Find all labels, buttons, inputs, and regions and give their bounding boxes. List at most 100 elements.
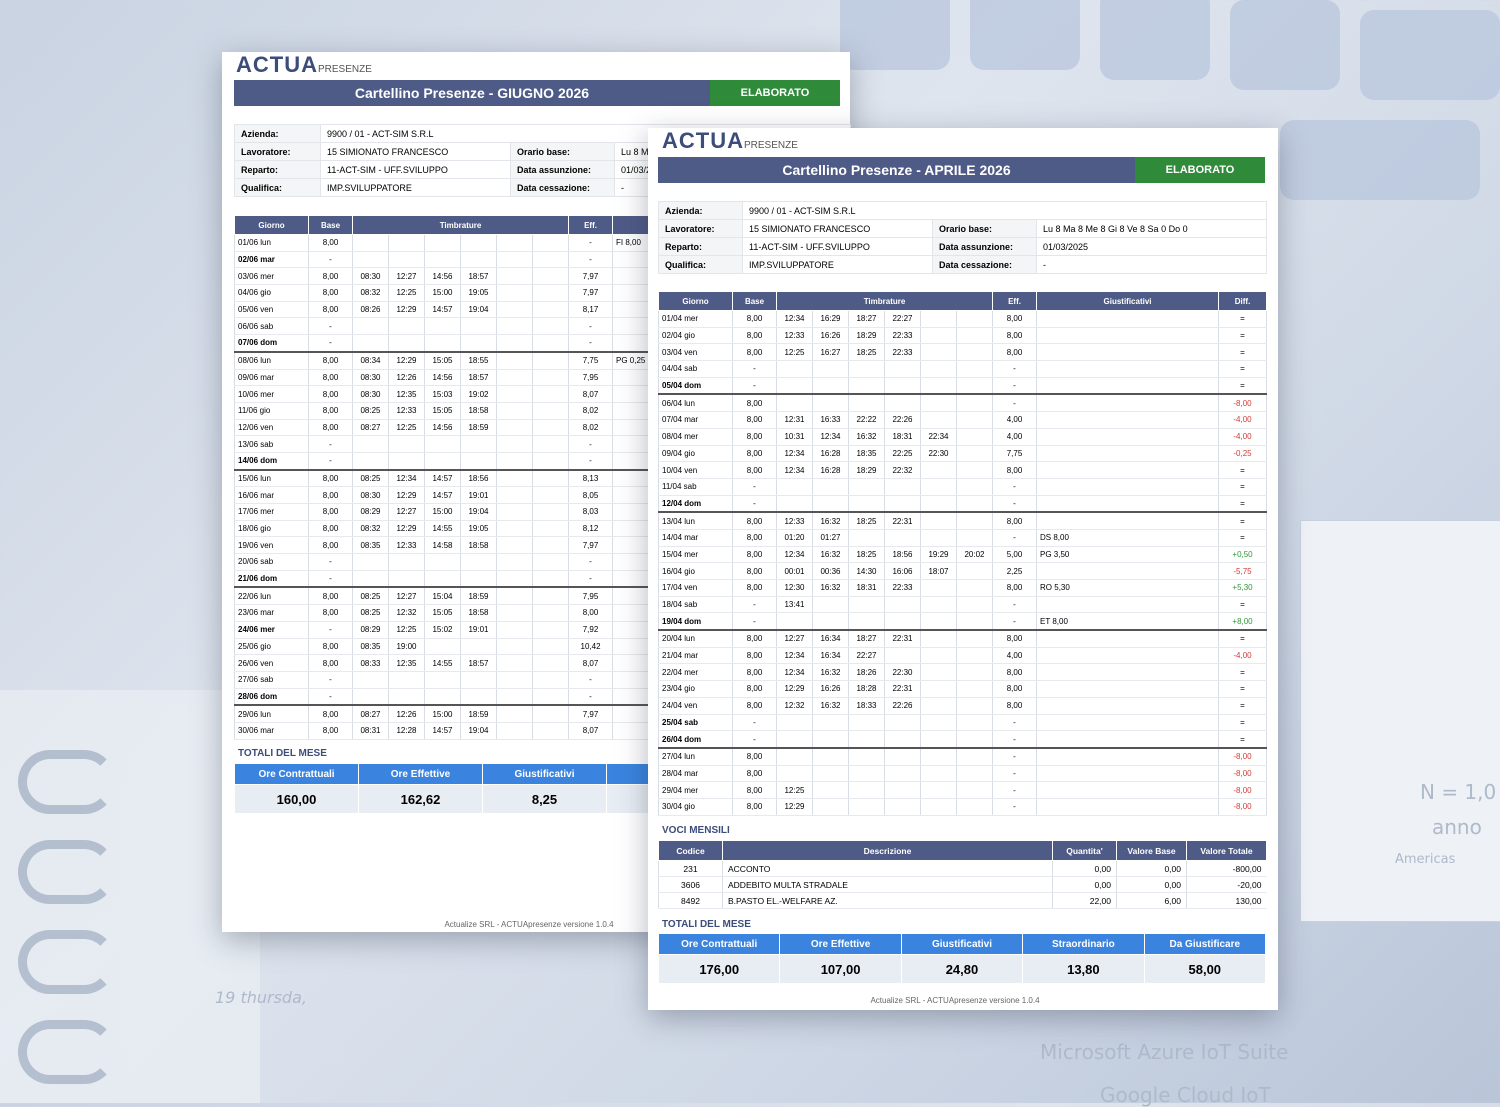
table-cell: -5,75 [1218,562,1268,580]
table-cell: 18:59 [460,586,497,606]
table-cell: 18/04 sab [658,596,733,614]
table-cell [812,377,849,395]
voci-cell: 3606 [658,876,723,893]
table-cell: - [308,452,353,471]
table-cell: 14/06 dom [234,452,309,471]
table-cell [848,714,885,732]
voci-cell: 231 [658,860,723,877]
table-cell [955,612,994,631]
table-cell: 7,92 [568,621,614,639]
voci-cell: B.PASTO EL.-WELFARE AZ. [722,892,1053,909]
table-cell [955,393,994,413]
table-cell: 8,00 [732,327,777,345]
table-cell: 4,00 [992,411,1038,429]
table-cell: 26/04 dom [658,730,733,749]
table-cell: 7,97 [568,704,614,723]
table-cell [955,663,994,682]
voci-title: VOCI MENSILI [662,825,730,836]
table-cell [352,553,389,571]
table-cell: 08:31 [352,722,389,740]
table-row: 09/04 gio 8,00 12:34 16:28 18:35 22:25 22:30 7,… [658,445,1268,463]
table-cell [776,377,813,395]
table-cell [496,586,533,606]
table-cell: - [992,393,1038,413]
table-cell: 16:33 [812,411,849,429]
label-reparto: Reparto: [658,237,743,256]
table-cell: 28/06 dom [234,688,309,706]
table-cell [531,435,570,453]
totals-header: Ore Effettive [358,763,483,785]
table-cell [460,688,497,706]
table-cell [848,495,885,513]
table-cell: 11/06 gio [234,402,309,420]
table-cell [848,612,885,631]
table-cell [352,570,389,588]
table-cell [920,680,957,698]
table-cell [1036,310,1220,328]
table-cell: 18:58 [460,536,497,555]
table-cell: 29/04 mer [658,781,733,799]
table-cell [884,765,921,783]
table-cell: = [1218,714,1268,732]
table-cell: - [568,234,614,252]
table-cell: 8,00 [308,402,353,420]
col-timbrature: Timbrature [775,291,994,311]
voci-cell: 8492 [658,892,723,909]
table-row: 23/04 gio 8,00 12:29 16:26 18:28 22:31 8,00 = [658,680,1268,698]
table-row: 10/04 ven 8,00 12:34 16:28 18:29 22:32 8,00 = [658,461,1268,479]
table-cell: 16:32 [812,697,849,715]
table-cell: 4,00 [992,647,1038,665]
table-cell: 10:31 [776,428,813,446]
table-cell: 16:34 [812,647,849,665]
table-cell: 8,00 [308,267,353,286]
table-cell: 12:26 [388,704,425,723]
table-cell: 15/04 mer [658,546,733,564]
table-cell [1036,746,1220,766]
table-cell: -4,00 [1218,647,1268,665]
table-cell: 26/06 ven [234,654,309,672]
background-text: Americas [1395,852,1456,867]
table-cell [920,529,957,547]
table-cell [531,350,570,370]
total-value: 8,25 [482,784,607,814]
table-cell [496,334,533,353]
table-cell: 16:28 [812,445,849,463]
table-cell [496,301,533,319]
table-cell: 8,00 [308,468,353,488]
table-cell: - [992,596,1038,614]
table-cell: PG 3,50 [1036,546,1220,564]
table-cell: 8,00 [568,604,614,622]
table-cell [920,411,957,429]
table-cell: 8,00 [992,629,1038,648]
table-cell: 19/04 dom [658,612,733,631]
total-value: 176,00 [657,954,781,984]
table-cell [388,234,425,252]
table-cell: 12:29 [388,301,425,319]
table-cell [920,612,957,631]
table-cell: 19:29 [920,546,957,564]
table-cell: 8,07 [568,654,614,672]
table-cell: - [308,317,353,336]
table-cell [496,284,533,302]
table-cell: 22/06 lun [234,586,309,606]
table-cell: - [992,360,1038,378]
table-cell [352,251,389,269]
table-cell [1036,730,1220,749]
value-lavoratore: 15 SIMIONATO FRANCESCO [742,219,933,238]
table-cell [531,267,570,286]
table-cell [388,452,425,471]
table-cell: 8,03 [568,503,614,521]
table-cell: 18:57 [460,267,497,286]
voci-cell: 0,00 [1116,860,1187,877]
table-cell: 8,00 [732,393,777,413]
table-cell: - [992,781,1038,799]
table-cell: 12:29 [388,486,425,504]
table-cell: 12:34 [776,445,813,463]
table-cell: 10/06 mer [234,385,309,403]
value-reparto: 11-ACT-SIM - UFF.SVILUPPO [320,160,511,179]
table-cell [884,730,921,749]
table-cell: 16:27 [812,343,849,362]
table-cell: 16/06 mar [234,486,309,504]
table-cell: 17/06 mer [234,503,309,521]
table-cell [920,377,957,395]
